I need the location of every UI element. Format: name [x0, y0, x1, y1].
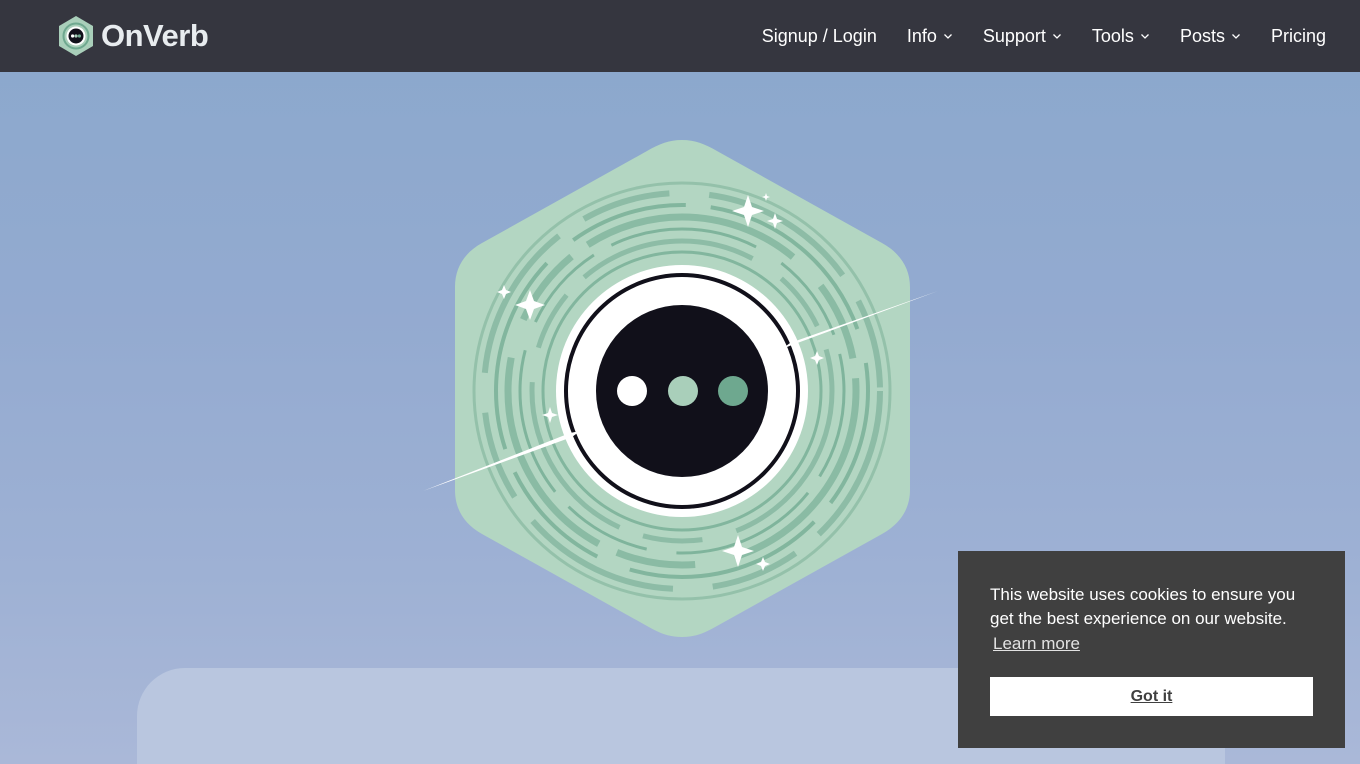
- learn-more-link[interactable]: Learn more: [993, 634, 1080, 654]
- nav-posts-dropdown[interactable]: Posts: [1180, 26, 1241, 47]
- nav-support-label: Support: [982, 25, 1046, 46]
- brand-name: OnVerb: [101, 18, 209, 53]
- got-it-button[interactable]: Got it: [990, 677, 1313, 716]
- nav-links: Signup / Login Info Support Tools Posts …: [732, 0, 1326, 72]
- chevron-down-icon: [1140, 34, 1149, 39]
- nav-pricing-label: Pricing: [1270, 25, 1326, 46]
- nav-tools-dropdown[interactable]: Tools: [1092, 26, 1150, 47]
- nav-tools-label: Tools: [1091, 25, 1134, 46]
- chevron-down-icon: [943, 34, 952, 39]
- nav-support-dropdown[interactable]: Support: [983, 26, 1062, 47]
- chevron-down-icon: [1232, 34, 1240, 39]
- nav-info-dropdown[interactable]: Info: [907, 26, 953, 47]
- nav-signup-login-label: Signup / Login: [761, 25, 877, 46]
- cookie-banner: This website uses cookies to ensure you …: [958, 551, 1345, 748]
- nav-info-label: Info: [906, 25, 937, 46]
- chevron-down-icon: [1052, 34, 1061, 39]
- nav-signup-login[interactable]: Signup / Login: [762, 26, 877, 47]
- onverb-hexagon-logo-icon: [423, 140, 938, 637]
- brand-logo-link[interactable]: OnVerb: [57, 15, 209, 57]
- onverb-logo-icon: [59, 16, 93, 56]
- nav-posts-label: Posts: [1179, 25, 1225, 46]
- top-navbar: OnVerb Signup / Login Info Support Tools…: [0, 0, 1360, 72]
- nav-pricing[interactable]: Pricing: [1271, 26, 1326, 47]
- cookie-message: This website uses cookies to ensure you …: [990, 585, 1296, 628]
